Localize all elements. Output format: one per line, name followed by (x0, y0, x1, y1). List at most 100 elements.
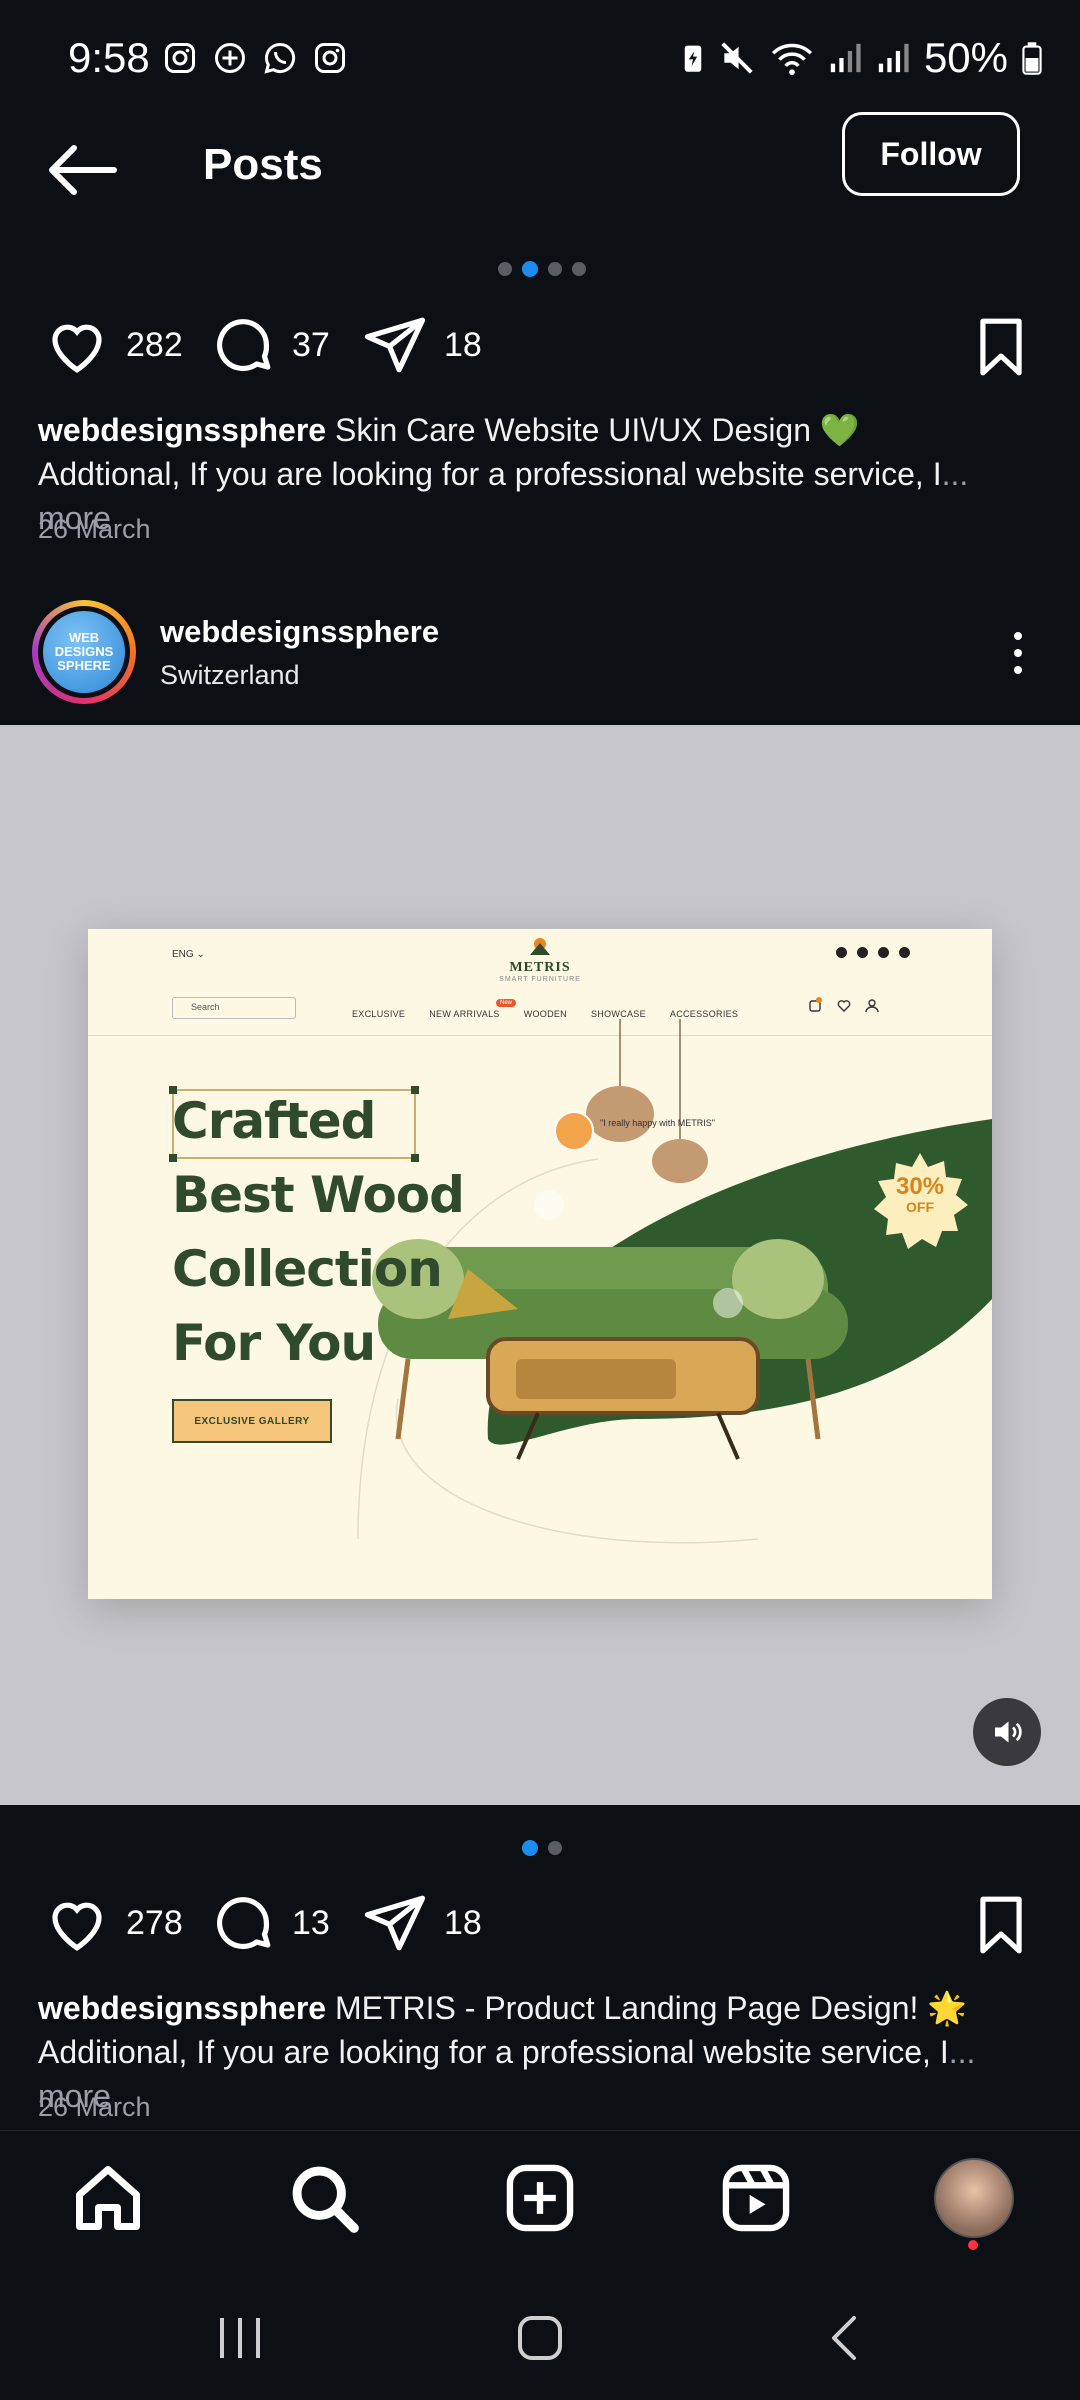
create-icon[interactable] (502, 2160, 578, 2236)
mute-icon (721, 42, 753, 74)
comment-count: 13 (292, 1903, 330, 1942)
caption-body: Additional, If you are looking for a pro… (38, 2034, 949, 2070)
battery-saver-icon (684, 45, 702, 72)
post-date: 26 March (38, 2092, 151, 2122)
profile-avatar[interactable] (934, 2158, 1014, 2238)
mock-nav-item: ACCESSORIES (669, 1009, 739, 1019)
new-badge: New (496, 999, 517, 1007)
battery-icon (1022, 42, 1042, 75)
facebook-icon (878, 947, 889, 958)
landing-page-mockup: ENG ⌄ METRIS SMART FURNITURE Search EXCL… (88, 929, 992, 1599)
post-location[interactable]: Switzerland (160, 660, 300, 691)
system-status: 50% (682, 34, 1042, 82)
share-count: 18 (444, 1903, 482, 1942)
comment-count: 37 (292, 325, 330, 364)
headline-line: Crafted (172, 1092, 376, 1150)
social-icons (836, 947, 910, 958)
audio-toggle[interactable] (973, 1698, 1041, 1766)
carousel-indicator (498, 261, 586, 277)
mountain-logo-icon (530, 938, 550, 955)
language-label: ENG (172, 949, 194, 960)
wifi-icon (771, 43, 813, 75)
reviewer-avatar (554, 1111, 594, 1151)
mock-nav: EXCLUSIVE NEW ARRIVALS WOODEN SHOWCASE A… (352, 1009, 738, 1019)
share-button[interactable]: 18 (362, 1890, 482, 1956)
search-icon[interactable] (286, 2160, 362, 2236)
exclusive-gallery-button: EXCLUSIVE GALLERY (172, 1399, 332, 1443)
caption-username[interactable]: webdesignssphere (38, 412, 326, 448)
carousel-dot (548, 262, 562, 276)
brand-subtitle: SMART FURNITURE (499, 976, 581, 983)
like-button[interactable]: 278 (44, 1890, 183, 1956)
mock-header-icons (809, 997, 879, 1013)
bookmark-icon[interactable] (970, 1894, 1032, 1956)
home-icon[interactable] (70, 2160, 146, 2236)
language-selector: ENG ⌄ (172, 949, 205, 960)
notification-icons (162, 40, 348, 76)
bookmark-icon[interactable] (970, 316, 1032, 378)
twitter-icon (899, 947, 910, 958)
mock-nav-item: SHOWCASE (591, 1009, 646, 1019)
send-icon (364, 1895, 426, 1951)
back-icon[interactable] (826, 2314, 862, 2362)
notification-dot (968, 2240, 978, 2250)
caption-title: Skin Care Website UI\/UX Design 💚 (326, 412, 860, 448)
like-count: 278 (126, 1903, 183, 1942)
like-button[interactable]: 282 (44, 312, 183, 378)
comment-button[interactable]: 13 (210, 1890, 330, 1956)
instagram-icon (165, 43, 195, 73)
instagram-icon (315, 43, 345, 73)
discount-label: OFF (906, 1199, 934, 1215)
share-count: 18 (444, 325, 482, 364)
system-nav-bar (0, 2270, 1080, 2400)
reels-icon[interactable] (718, 2160, 794, 2236)
home-button-icon[interactable] (516, 2314, 564, 2362)
headline-line: Collection (172, 1240, 443, 1298)
post-actions: 282 37 18 (44, 312, 1044, 392)
carousel-dot (498, 262, 512, 276)
carousel-dot-active (522, 1840, 538, 1856)
follow-button[interactable]: Follow (842, 112, 1020, 196)
threads-icon (215, 43, 245, 73)
mock-search: Search (172, 997, 296, 1019)
status-bar: 9:58 50% (0, 0, 1080, 110)
avatar[interactable]: WEB DESIGNS SPHERE (43, 611, 125, 693)
mock-nav-item: NEW ARRIVALS (429, 1009, 500, 1019)
brand-name: METRIS (509, 960, 571, 975)
discount-text: 30% OFF (870, 1175, 970, 1216)
review-quote: "I really happy with METRIS" (600, 1118, 715, 1128)
recents-icon[interactable] (216, 2316, 264, 2360)
instagram-icon (836, 947, 847, 958)
carousel-dot-active (522, 261, 538, 277)
mock-nav-item: WOODEN (523, 1009, 567, 1019)
whatsapp-icon (264, 42, 296, 74)
headline-line: For You (172, 1314, 376, 1372)
hero-illustration (357, 1019, 992, 1544)
page-title: Posts (203, 140, 323, 189)
selection-handle (411, 1086, 419, 1094)
share-button[interactable]: 18 (362, 312, 482, 378)
speaker-icon (995, 1721, 1022, 1743)
caption-title: METRIS - Product Landing Page Design! 🌟 (326, 1990, 968, 2026)
more-options-icon[interactable] (1000, 628, 1036, 678)
mock-nav-item: EXCLUSIVE (352, 1009, 406, 1019)
battery-percent: 50% (923, 34, 1008, 81)
caption-body: Addtional, If you are looking for a prof… (38, 456, 942, 492)
signal-icon (830, 43, 861, 73)
send-icon (364, 317, 426, 373)
comment-button[interactable]: 37 (210, 312, 330, 378)
caption-username[interactable]: webdesignssphere (38, 1990, 326, 2026)
headline-line: Best Wood (172, 1166, 465, 1224)
carousel-indicator (522, 1840, 562, 1856)
brand-logo: METRIS SMART FURNITURE (498, 937, 582, 983)
back-arrow-icon[interactable] (44, 140, 120, 200)
carousel-dot (572, 262, 586, 276)
post-caption: webdesignssphere Skin Care Website UI\/U… (38, 408, 1048, 540)
signal-icon (878, 43, 909, 73)
heart-icon (52, 1902, 102, 1951)
youtube-icon (857, 947, 868, 958)
like-count: 282 (126, 325, 183, 364)
heart-icon (52, 324, 102, 373)
post-username[interactable]: webdesignssphere (160, 614, 439, 650)
comment-icon (217, 319, 271, 372)
